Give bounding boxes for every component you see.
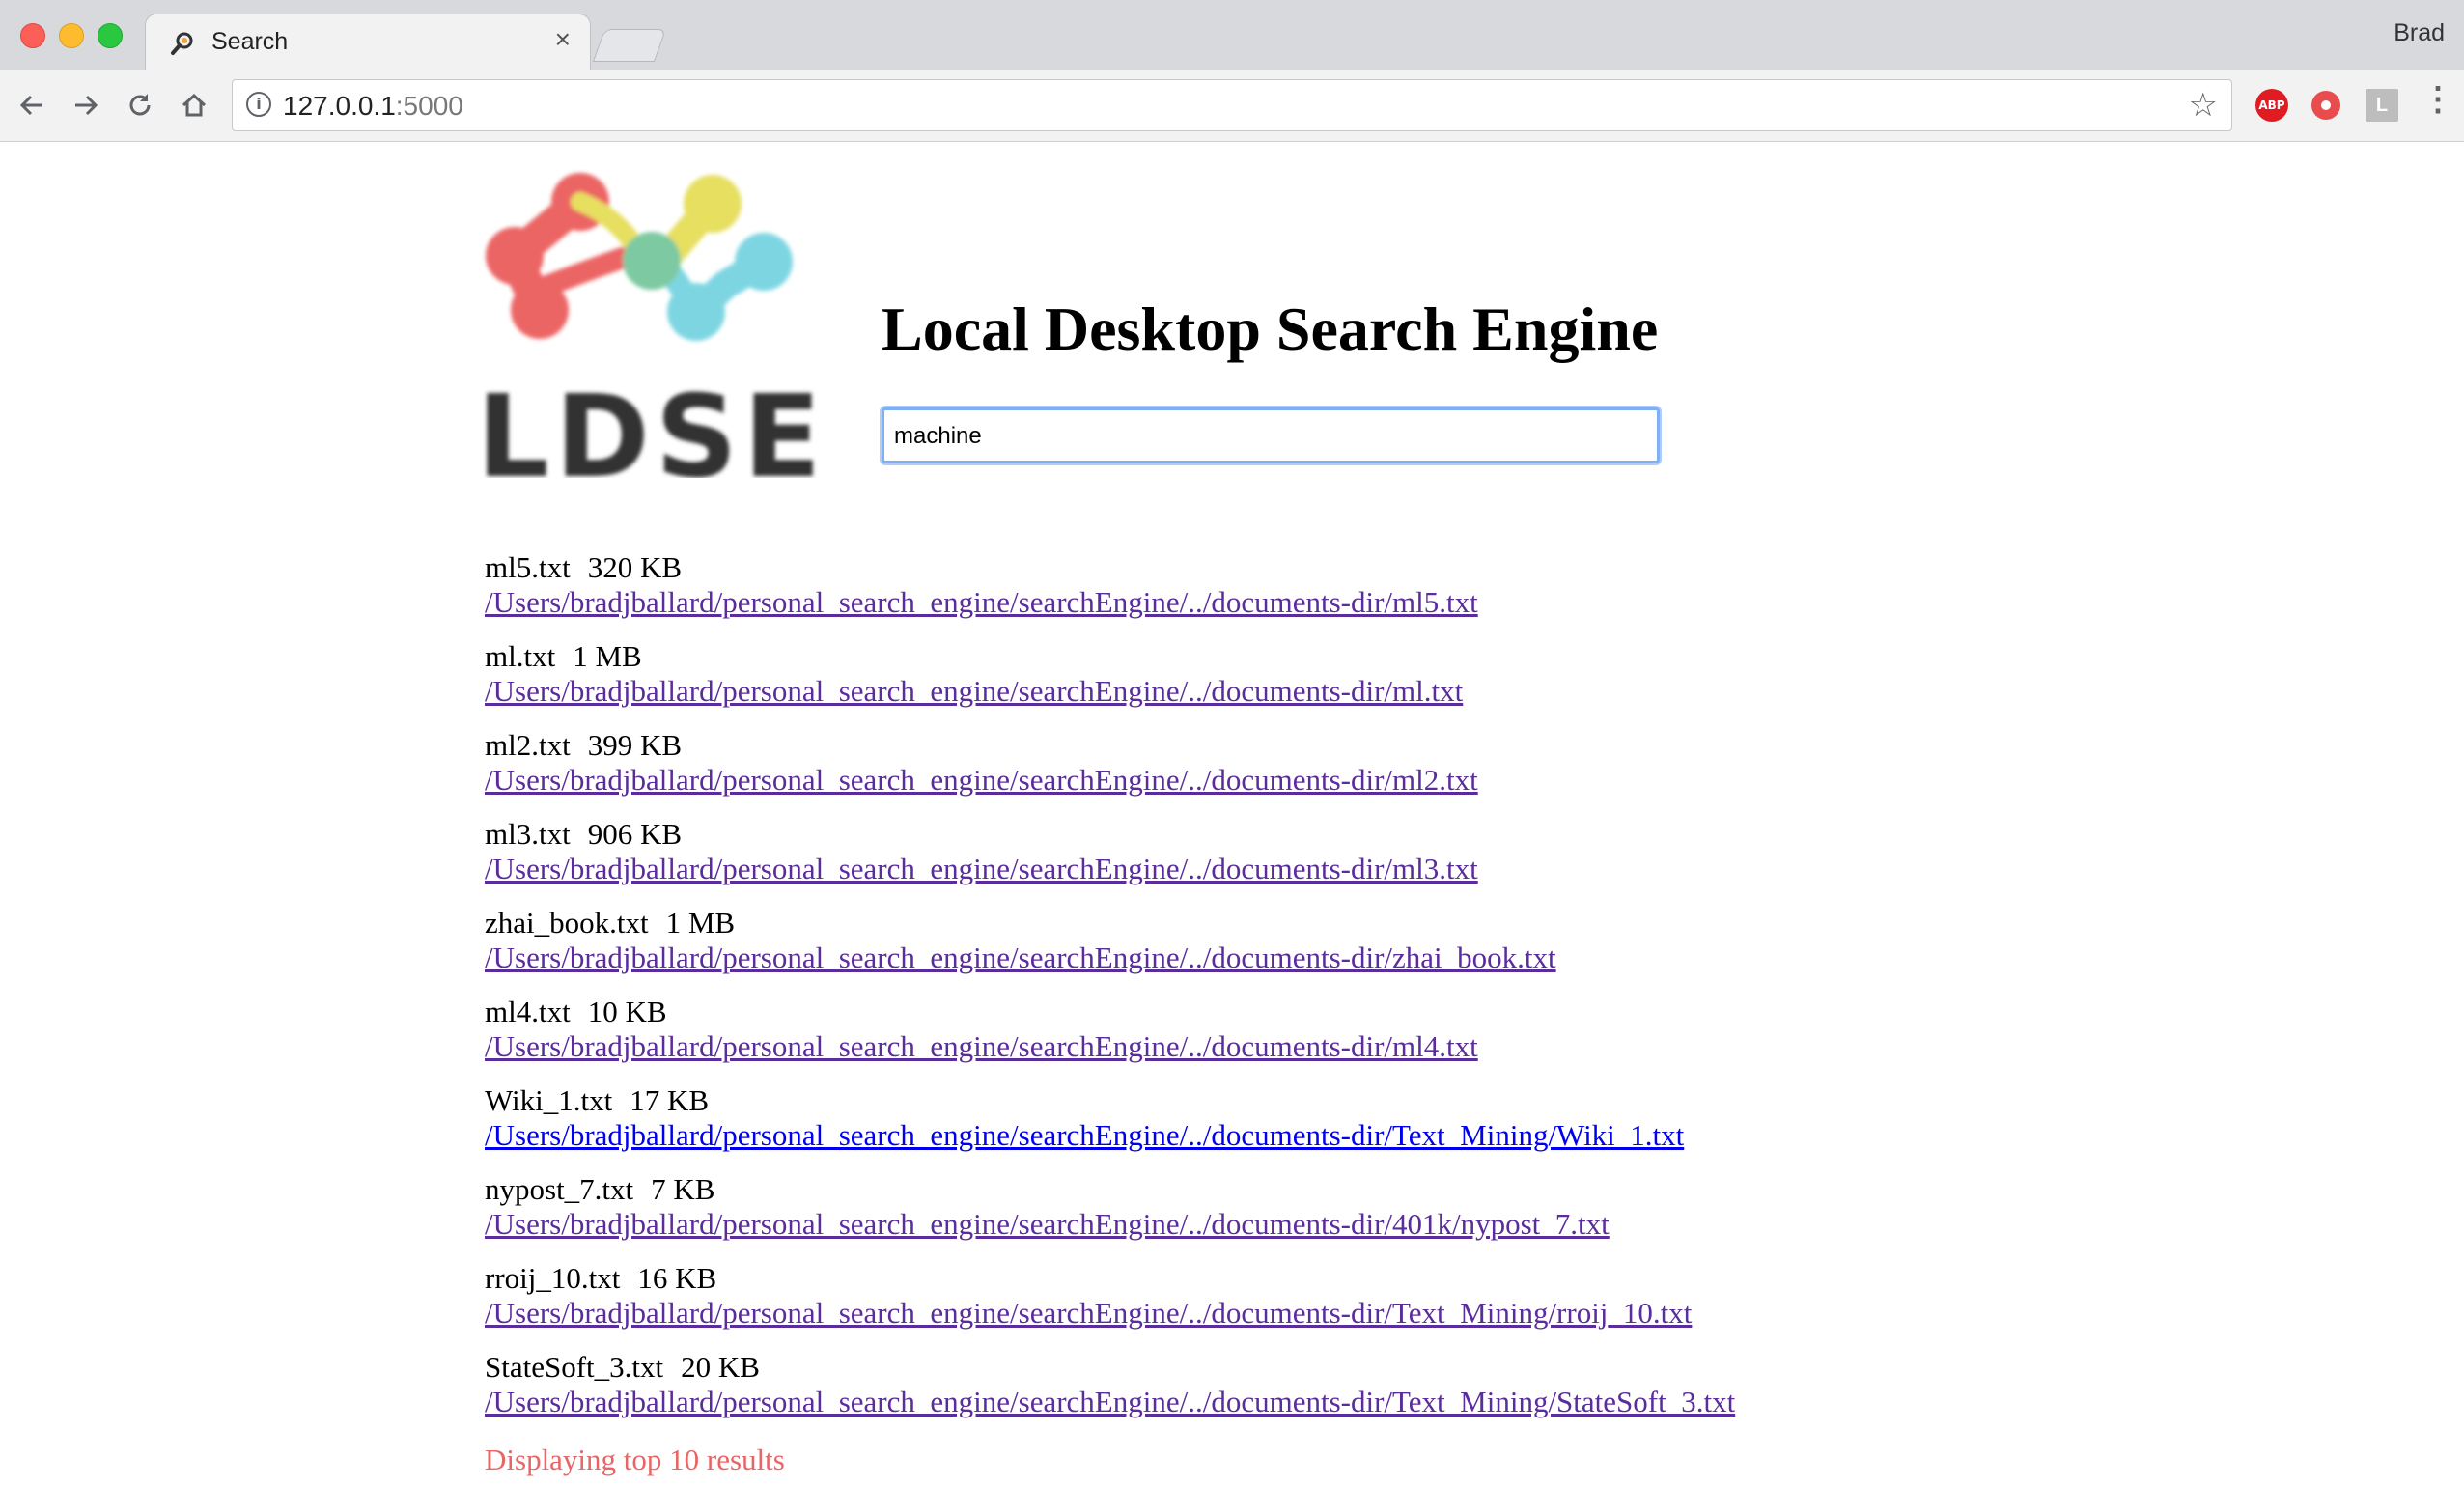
new-tab-button[interactable] — [592, 29, 667, 62]
result-filename: nypost_7.txt — [485, 1172, 634, 1206]
tab-title: Search — [211, 28, 289, 55]
result-item: ml2.txt 399 KB/Users/bradjballard/persona… — [485, 728, 1735, 817]
profile-name[interactable]: Brad — [2394, 19, 2445, 47]
result-path-link[interactable]: /Users/bradjballard/personal_search_engi… — [485, 1029, 1735, 1064]
result-header: ml.txt 1 MB — [485, 639, 1735, 674]
result-filesize: 399 KB — [587, 728, 683, 762]
l-extension-icon[interactable]: L — [2366, 89, 2398, 122]
result-filesize: 320 KB — [587, 550, 683, 584]
result-header: ml4.txt 10 KB — [485, 995, 1735, 1029]
results-count-note: Displaying top 10 results — [485, 1443, 785, 1476]
url-host: 127.0.0.1 — [283, 91, 396, 121]
browser-toolbar: i 127.0.0.1:5000 ☆ ABP L ⋮ — [0, 70, 2464, 142]
result-path-link[interactable]: /Users/bradjballard/personal_search_engi… — [485, 1207, 1735, 1242]
result-filesize: 1 MB — [665, 906, 736, 940]
tab-close-icon[interactable]: × — [555, 26, 571, 53]
logo-wordmark: LDSE — [478, 370, 826, 478]
result-filename: ml3.txt — [485, 817, 571, 851]
record-extension-icon[interactable] — [2310, 89, 2342, 122]
url-port: :5000 — [395, 91, 463, 121]
result-header: nypost_7.txt 7 KB — [485, 1172, 1735, 1207]
window-minimize-button[interactable] — [59, 23, 84, 48]
result-item: ml3.txt 906 KB/Users/bradjballard/persona… — [485, 817, 1735, 906]
result-filename: zhai_book.txt — [485, 906, 649, 940]
result-filename: ml4.txt — [485, 995, 571, 1028]
window-zoom-button[interactable] — [98, 23, 123, 48]
result-item: zhai_book.txt 1 MB/Users/bradjballard/per… — [485, 906, 1735, 995]
result-header: StateSoft_3.txt 20 KB — [485, 1350, 1735, 1385]
result-header: rroij_10.txt 16 KB — [485, 1261, 1735, 1296]
ldse-logo: LDSE — [478, 173, 826, 478]
result-item: rroij_10.txt 16 KB/Users/bradjballard/per… — [485, 1261, 1735, 1350]
search-box[interactable] — [882, 407, 1660, 463]
result-item: ml.txt 1 MB/Users/bradjballard/personal_s… — [485, 639, 1735, 728]
result-path-link[interactable]: /Users/bradjballard/personal_search_engi… — [485, 852, 1735, 886]
result-item: ml4.txt 10 KB/Users/bradjballard/personal… — [485, 995, 1735, 1083]
magnifier-favicon-icon — [171, 32, 193, 55]
results-list: ml5.txt 320 KB/Users/bradjballard/persona… — [485, 550, 1735, 1477]
url-text[interactable]: 127.0.0.1:5000 — [283, 91, 463, 122]
result-item: ml5.txt 320 KB/Users/bradjballard/persona… — [485, 550, 1735, 639]
bookmark-star-icon[interactable]: ☆ — [2189, 86, 2218, 125]
result-path-link[interactable]: /Users/bradjballard/personal_search_engi… — [485, 674, 1735, 709]
result-filesize: 20 KB — [681, 1350, 760, 1384]
home-icon[interactable] — [176, 87, 212, 124]
adblock-plus-extension-icon[interactable]: ABP — [2255, 89, 2288, 122]
result-filename: ml5.txt — [485, 550, 571, 584]
result-path-link[interactable]: /Users/bradjballard/personal_search_engi… — [485, 1118, 1735, 1153]
result-filesize: 16 KB — [637, 1261, 717, 1295]
l-extension-label: L — [2375, 94, 2389, 116]
reload-icon[interactable] — [122, 87, 158, 124]
browser-tab-search[interactable]: Search × — [145, 14, 591, 70]
result-filename: rroij_10.txt — [485, 1261, 621, 1295]
result-header: Wiki_1.txt 17 KB — [485, 1083, 1735, 1118]
result-filename: ml2.txt — [485, 728, 571, 762]
result-filesize: 10 KB — [587, 995, 667, 1028]
result-filesize: 7 KB — [651, 1172, 715, 1206]
result-header: ml2.txt 399 KB — [485, 728, 1735, 763]
browser-tab-strip: Search × Brad — [0, 0, 2464, 70]
result-header: ml3.txt 906 KB — [485, 817, 1735, 852]
result-filename: StateSoft_3.txt — [485, 1350, 664, 1384]
result-path-link[interactable]: /Users/bradjballard/personal_search_engi… — [485, 585, 1735, 620]
result-item: StateSoft_3.txt 20 KB/Users/bradjballard/… — [485, 1350, 1735, 1439]
result-item: Wiki_1.txt 17 KB/Users/bradjballard/perso… — [485, 1083, 1735, 1172]
result-filesize: 1 MB — [573, 639, 642, 673]
result-header: ml5.txt 320 KB — [485, 550, 1735, 585]
result-filesize: 17 KB — [630, 1083, 710, 1117]
result-filename: ml.txt — [485, 639, 556, 673]
search-input[interactable] — [892, 410, 1649, 463]
result-filename: Wiki_1.txt — [485, 1083, 613, 1117]
window-close-button[interactable] — [20, 23, 45, 48]
result-path-link[interactable]: /Users/bradjballard/personal_search_engi… — [485, 1385, 1735, 1419]
browser-menu-icon[interactable]: ⋮ — [2422, 83, 2454, 116]
address-bar[interactable]: i 127.0.0.1:5000 ☆ — [232, 79, 2232, 131]
result-path-link[interactable]: /Users/bradjballard/personal_search_engi… — [485, 940, 1735, 975]
back-arrow-icon[interactable] — [14, 87, 50, 124]
result-path-link[interactable]: /Users/bradjballard/personal_search_engi… — [485, 1296, 1735, 1331]
forward-arrow-icon[interactable] — [68, 87, 104, 124]
result-header: zhai_book.txt 1 MB — [485, 906, 1735, 940]
info-icon[interactable]: i — [246, 92, 271, 117]
adblock-label: ABP — [2258, 98, 2285, 112]
page-title: Local Desktop Search Engine — [882, 295, 1659, 363]
result-filesize: 906 KB — [587, 817, 683, 851]
result-item: nypost_7.txt 7 KB/Users/bradjballard/pers… — [485, 1172, 1735, 1261]
result-path-link[interactable]: /Users/bradjballard/personal_search_engi… — [485, 763, 1735, 798]
